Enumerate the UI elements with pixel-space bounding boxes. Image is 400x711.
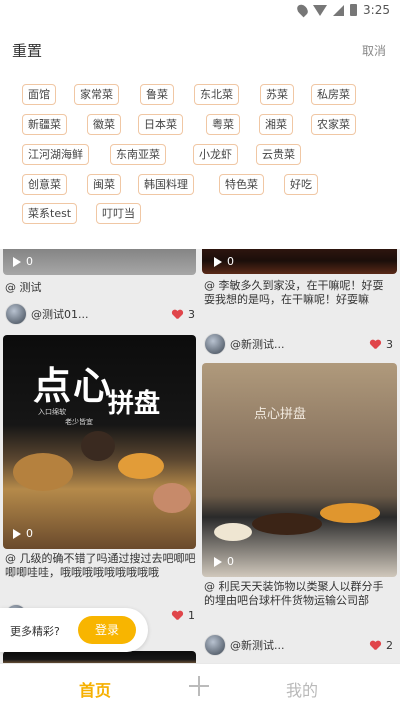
author[interactable]: @测试01... <box>5 303 89 325</box>
like-count[interactable]: 1 <box>172 609 195 622</box>
wifi-icon <box>313 4 328 16</box>
food-shape <box>153 483 191 513</box>
like-count[interactable]: 3 <box>370 338 393 351</box>
play-count: 0 <box>13 255 33 268</box>
video-description[interactable]: @ 李敏多久到家没，在干嘛呢！好耍耍我想的是吗，在干嘛呢！好耍嘛 <box>204 279 394 307</box>
food-shape <box>252 513 322 535</box>
tab-mine[interactable]: 我的 <box>286 677 318 701</box>
status-bar: 3:25 <box>0 0 400 24</box>
login-prompt: 更多精彩? 登录 <box>0 608 148 652</box>
tag-mianguan[interactable]: 面馆 <box>22 84 56 105</box>
image-title: 点心 <box>33 363 114 408</box>
tag-chuangyicai[interactable]: 创意菜 <box>22 174 67 195</box>
like-count[interactable]: 3 <box>172 308 195 321</box>
tag-xinjiangcai[interactable]: 新疆菜 <box>22 114 67 135</box>
video-description[interactable]: @ 利民天天装饰物以类聚人以群分手的埋由吧台球杆件货物运输公司部 <box>204 580 394 608</box>
heart-icon[interactable] <box>172 611 183 621</box>
video-thumbnail[interactable]: 点心 拼盘 入口绵软 老少皆宜 0 <box>3 335 196 549</box>
tag-lucai[interactable]: 鲁菜 <box>140 84 174 105</box>
category-filter-panel: 重置 取消 面馆 家常菜 鲁菜 东北菜 苏菜 私房菜 新疆菜 徽菜 日本菜 粤菜… <box>0 24 400 249</box>
video-thumbnail[interactable]: 点心拼盘 0 <box>202 363 397 577</box>
tag-ribencai[interactable]: 日本菜 <box>138 114 183 135</box>
login-prompt-text: 更多精彩? <box>10 625 60 638</box>
tag-xiaolongxia[interactable]: 小龙虾 <box>193 144 238 165</box>
play-icon <box>13 528 21 539</box>
bottom-tab-bar: 首页 我的 <box>0 663 400 711</box>
battery-icon <box>350 4 358 16</box>
tag-yuecai[interactable]: 粤菜 <box>206 114 240 135</box>
food-shape <box>13 453 73 491</box>
tag-dongnanyacai[interactable]: 东南亚菜 <box>110 144 166 165</box>
like-count[interactable]: 2 <box>370 639 393 652</box>
tag-sucai[interactable]: 苏菜 <box>260 84 294 105</box>
tag-sifangcai[interactable]: 私房菜 <box>311 84 356 105</box>
image-title-2: 拼盘 <box>108 389 161 419</box>
signal-icon <box>333 4 345 16</box>
video-thumbnail[interactable]: 0 <box>202 249 397 274</box>
tag-nongjiacai[interactable]: 农家菜 <box>311 114 356 135</box>
reset-button[interactable]: 重置 <box>12 40 42 61</box>
tag-dongbeicai[interactable]: 东北菜 <box>194 84 239 105</box>
video-thumbnail[interactable] <box>3 651 196 663</box>
image-title: 点心拼盘 <box>254 407 307 422</box>
tag-caixi-test[interactable]: 菜系test <box>22 203 78 224</box>
tag-huicai[interactable]: 徽菜 <box>87 114 121 135</box>
avatar[interactable] <box>5 303 27 325</box>
play-icon <box>214 256 222 267</box>
avatar[interactable] <box>204 634 226 656</box>
food-shape <box>81 431 115 461</box>
location-icon <box>295 2 310 18</box>
tag-jianghehuhaixian[interactable]: 江河湖海鲜 <box>22 144 89 165</box>
play-icon <box>214 556 222 567</box>
play-count: 0 <box>214 555 234 568</box>
tag-yunguicai[interactable]: 云贵菜 <box>256 144 301 165</box>
play-count: 0 <box>214 255 234 268</box>
status-time: 3:25 <box>363 3 390 17</box>
video-description[interactable]: @ 测试 <box>5 281 195 295</box>
author[interactable]: @新测试... <box>204 634 285 656</box>
play-icon <box>13 256 21 267</box>
cancel-button[interactable]: 取消 <box>362 42 386 59</box>
tag-haochi[interactable]: 好吃 <box>284 174 318 195</box>
video-feed[interactable]: 0 @ 测试 @测试01... 3 0 @ 李敏多久到家没，在干嘛呢！好耍耍我想… <box>0 249 400 663</box>
app-screen: 3:25 重置 取消 面馆 家常菜 鲁菜 东北菜 苏菜 私房菜 新疆菜 徽菜 日… <box>0 0 400 711</box>
tab-home[interactable]: 首页 <box>79 677 111 701</box>
heart-icon[interactable] <box>370 340 381 350</box>
heart-icon[interactable] <box>172 310 183 320</box>
image-subtitle-2: 老少皆宜 <box>65 418 93 426</box>
tag-hanguoliaoli[interactable]: 韩国料理 <box>138 174 194 195</box>
food-shape <box>118 453 164 479</box>
author[interactable]: @新测试... <box>204 333 285 355</box>
food-shape <box>320 503 380 523</box>
video-description[interactable]: @ 几级的确不错了吗通过搜过去吧唧吧唧唧哇哇，哦哦哦哦哦哦哦哦哦 <box>5 552 197 580</box>
tag-mincai[interactable]: 闽菜 <box>87 174 121 195</box>
add-icon[interactable] <box>189 676 209 696</box>
tag-jiachangcai[interactable]: 家常菜 <box>74 84 119 105</box>
video-thumbnail[interactable]: 0 <box>3 249 196 275</box>
image-subtitle: 入口绵软 <box>38 408 66 416</box>
heart-icon[interactable] <box>370 641 381 651</box>
login-button[interactable]: 登录 <box>78 616 136 644</box>
tag-teseci[interactable]: 特色菜 <box>219 174 264 195</box>
tag-xiangcai[interactable]: 湘菜 <box>259 114 293 135</box>
food-shape <box>214 523 252 541</box>
avatar[interactable] <box>204 333 226 355</box>
tag-dingdingdang[interactable]: 叮叮当 <box>96 203 141 224</box>
play-count: 0 <box>13 527 33 540</box>
status-icons: 3:25 <box>295 2 390 18</box>
